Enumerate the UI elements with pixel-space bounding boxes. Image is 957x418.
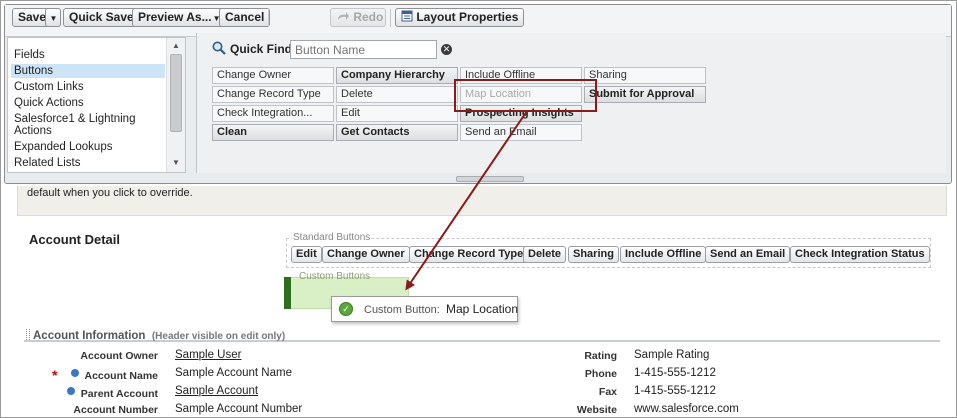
scroll-down-icon[interactable]: ▼: [172, 158, 180, 167]
field-label-fax: Fax: [598, 386, 617, 398]
palette-resize-handle[interactable]: [456, 176, 524, 182]
tooltip-value: Map Location: [445, 302, 518, 316]
field-label-account-number: Account Number: [73, 404, 158, 416]
caret-down-icon: ▼: [49, 14, 58, 23]
category-quick-actions[interactable]: Quick Actions: [11, 96, 165, 110]
category-fields[interactable]: Fields: [11, 48, 165, 62]
category-related-lists[interactable]: Related Lists: [11, 156, 165, 170]
info-title-note: (Header visible on edit only): [151, 331, 286, 342]
info-title-text: Account Information: [33, 330, 146, 342]
check-icon: ✓: [339, 302, 353, 316]
drag-grip-icon[interactable]: [26, 329, 30, 340]
layout-properties-label: Layout Properties: [416, 10, 519, 24]
palette-item-clean[interactable]: Clean: [212, 124, 334, 141]
palette-item-company-hierarchy[interactable]: Company Hierarchy: [336, 67, 458, 84]
palette-item-change-owner[interactable]: Change Owner: [212, 67, 334, 84]
field-label-phone: Phone: [584, 368, 617, 380]
std-button-send-an-email[interactable]: Send an Email: [705, 246, 791, 263]
redo-icon: [338, 12, 349, 20]
required-marker: *: [52, 367, 58, 383]
preview-as-label: Preview As...: [138, 10, 212, 24]
redo-label: Redo: [353, 10, 384, 24]
scroll-up-icon[interactable]: ▲: [172, 41, 180, 50]
close-icon[interactable]: ✕: [441, 44, 452, 55]
field-label-account-owner: Account Owner: [80, 350, 158, 362]
field-value-phone: 1-415-555-1212: [634, 367, 716, 379]
palette-item-delete[interactable]: Delete: [336, 86, 458, 103]
std-button-sharing[interactable]: Sharing: [568, 246, 619, 263]
quick-save-button[interactable]: Quick Save: [63, 8, 140, 27]
custom-buttons-label: Custom Buttons: [299, 271, 371, 282]
toolbar-divider: [268, 9, 269, 27]
palette-item-include-offline[interactable]: Include Offline: [460, 67, 582, 84]
std-button-delete[interactable]: Delete: [523, 246, 567, 263]
info-band-text: default when you click to override.: [27, 187, 193, 199]
palette-item-send-an-email[interactable]: Send an Email: [460, 124, 582, 141]
field-label-account-name: Account Name: [84, 370, 158, 382]
category-list-scrollbar[interactable]: ▲ ▼: [166, 38, 185, 172]
field-value-account-number: Sample Account Number: [175, 403, 303, 415]
field-label-parent-account: Parent Account: [80, 388, 158, 400]
quick-find-input[interactable]: [290, 40, 437, 59]
save-label: Save: [18, 10, 47, 24]
layout-properties-button[interactable]: Layout Properties: [395, 8, 525, 27]
palette-item-edit[interactable]: Edit: [336, 105, 458, 122]
redo-button[interactable]: Redo: [330, 8, 386, 27]
std-button-change-record-type[interactable]: Change Record Type: [409, 246, 529, 263]
quick-find-label: Quick Find: [230, 42, 293, 56]
std-button-change-owner[interactable]: Change Owner: [322, 246, 410, 263]
field-value-account-name: Sample Account Name: [175, 367, 292, 379]
preview-as-button[interactable]: Preview As...▼: [132, 8, 227, 27]
palette-item-map-location[interactable]: Map Location: [460, 86, 582, 103]
category-buttons[interactable]: Buttons: [11, 64, 165, 78]
field-value-rating: Sample Rating: [634, 349, 710, 361]
field-value-website: www.salesforce.com: [634, 403, 739, 415]
drag-tooltip-text: Custom Button: Map Location: [364, 302, 518, 316]
standard-buttons-label: Standard Buttons: [292, 232, 372, 243]
palette-item-check-integration[interactable]: Check Integration...: [212, 105, 334, 122]
save-dropdown-button[interactable]: ▼: [45, 8, 61, 27]
scrollbar-thumb[interactable]: [170, 54, 182, 132]
cancel-button[interactable]: Cancel: [219, 8, 271, 27]
search-icon: [212, 41, 226, 55]
field-label-website: Website: [576, 404, 617, 416]
palette-category-list: Fields Buttons Custom Links Quick Action…: [7, 37, 186, 173]
palette-item-submit-for-approval[interactable]: Submit for Approval: [584, 86, 706, 103]
cancel-label: Cancel: [225, 10, 265, 24]
palette-item-prospecting-insights[interactable]: Prospecting Insights: [460, 105, 582, 122]
field-label-rating: Rating: [584, 350, 617, 362]
category-salesforce1-actions-cont[interactable]: Actions: [11, 124, 165, 138]
field-value-account-owner[interactable]: Sample User: [175, 349, 241, 361]
toolbar-divider: [390, 9, 391, 27]
field-value-fax: 1-415-555-1212: [634, 385, 716, 397]
palette-item-get-contacts[interactable]: Get Contacts: [336, 124, 458, 141]
drop-indicator-bar: [284, 277, 291, 309]
std-button-check-integration-status[interactable]: Check Integration Status: [790, 246, 930, 263]
category-expanded-lookups[interactable]: Expanded Lookups: [11, 140, 165, 154]
quick-save-label: Quick Save: [69, 10, 134, 24]
palette-item-sharing[interactable]: Sharing: [584, 67, 706, 84]
category-custom-links[interactable]: Custom Links: [11, 80, 165, 94]
field-value-parent-account[interactable]: Sample Account: [175, 385, 258, 397]
section-title: Account Detail: [29, 232, 121, 247]
section-header-title: Account Information (Header visible on e…: [33, 330, 285, 342]
std-button-include-offline[interactable]: Include Offline: [620, 246, 707, 263]
layout-properties-icon: [401, 10, 413, 22]
tooltip-prefix: Custom Button:: [364, 304, 440, 316]
std-button-edit[interactable]: Edit: [291, 246, 322, 263]
palette-item-change-record-type[interactable]: Change Record Type: [212, 86, 334, 103]
